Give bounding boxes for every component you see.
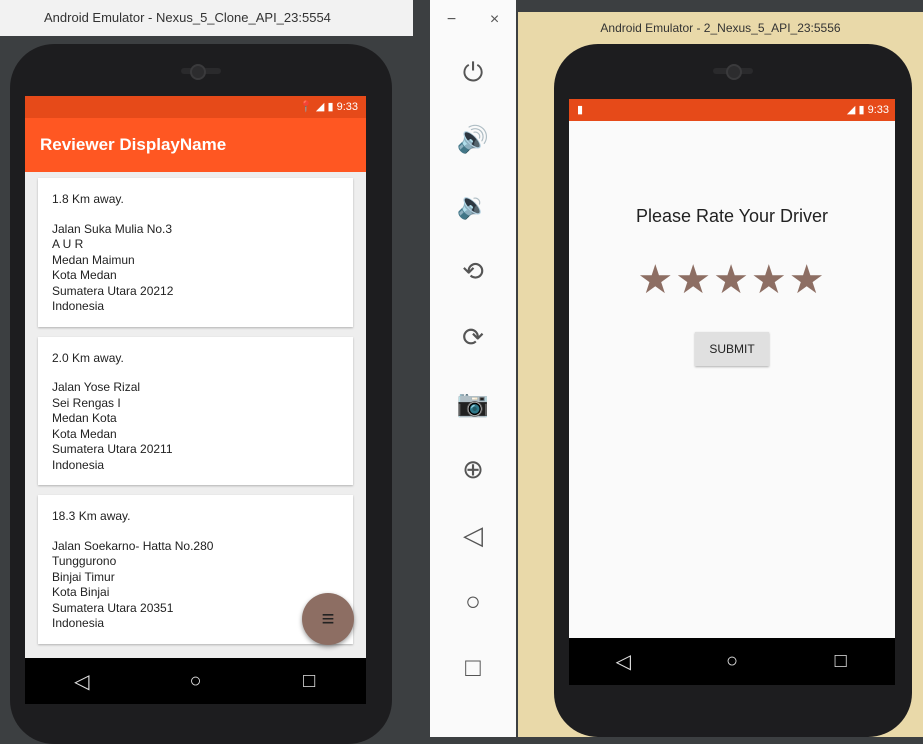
left-phone-screen: 📍 ◢ ▮ 9:33 Reviewer DisplayName 1.8 Km a… [25, 96, 366, 704]
navigation-bar: ◁ ○ □ [25, 658, 366, 704]
signal-icon: ◢ [315, 101, 325, 113]
address-line: Jalan Soekarno- Hatta No.280 [52, 538, 214, 553]
left-window-title: Android Emulator - Nexus_5_Clone_API_23:… [44, 10, 331, 25]
rotate-right-icon: ⟳ [462, 321, 484, 352]
home-icon[interactable]: ○ [712, 650, 752, 673]
address-line: Indonesia [52, 616, 105, 630]
volume-up-icon: 🔊 [456, 123, 490, 154]
app-title: Reviewer DisplayName [40, 135, 227, 154]
back-button[interactable]: ◁ [430, 502, 516, 568]
app-bar: Reviewer DisplayName [25, 118, 366, 172]
rate-title: Please Rate Your Driver [635, 206, 829, 226]
minimize-button[interactable]: − [447, 11, 456, 29]
close-button[interactable]: × [490, 11, 499, 29]
left-window-titlebar[interactable]: Android Emulator - Nexus_5_Clone_API_23:… [0, 0, 413, 36]
rotate-left-icon: ⟲ [462, 255, 484, 286]
address-line: Sumatera Utara 20212 [52, 283, 174, 298]
address-line: Sumatera Utara 20351 [52, 600, 174, 615]
submit-button[interactable]: SUBMIT [695, 332, 769, 366]
front-camera [190, 64, 206, 80]
overview-icon: □ [465, 651, 481, 682]
address-list: 1.8 Km away. Jalan Suka Mulia No.3 A U R Me… [25, 178, 366, 644]
address-line: A U R [52, 237, 84, 251]
emulator-toolbar: − × ⏻ 🔊 🔉 ⟲ ⟳ 📷 ⊕ ◁ ○ □ [430, 0, 516, 737]
window-controls: − × [430, 0, 516, 40]
star-rating[interactable]: ★★★★★ [569, 257, 895, 303]
distance-label: 2.0 Km away. [52, 350, 124, 365]
rotate-left-button[interactable]: ⟲ [430, 238, 516, 304]
home-icon[interactable]: ○ [175, 670, 215, 693]
sd-card-icon: ▮ [577, 104, 584, 116]
address-line: Medan Kota [52, 411, 117, 425]
status-bar: ▮ ◢ ▮ 9:33 [569, 99, 895, 121]
camera-button[interactable]: 📷 [430, 370, 516, 436]
navigation-bar: ◁ ○ □ [569, 638, 895, 685]
rotate-right-button[interactable]: ⟳ [430, 304, 516, 370]
home-button[interactable]: ○ [430, 568, 516, 634]
status-bar: 📍 ◢ ▮ 9:33 [25, 96, 366, 118]
address-line: Binjai Timur [52, 569, 115, 584]
address-line: Kota Binjai [52, 585, 110, 599]
overview-button[interactable]: □ [430, 634, 516, 700]
zoom-button[interactable]: ⊕ [430, 436, 516, 502]
volume-down-icon: 🔉 [456, 189, 490, 220]
right-phone-screen: ▮ ◢ ▮ 9:33 Please Rate Your Driver ★★★★★… [569, 99, 895, 685]
volume-up-button[interactable]: 🔊 [430, 106, 516, 172]
address-line: Jalan Yose Rizal [52, 380, 141, 394]
status-time: 9:33 [867, 104, 889, 116]
back-icon[interactable]: ◁ [62, 669, 102, 694]
status-time: 9:33 [336, 101, 358, 113]
right-window-titlebar[interactable]: Android Emulator - 2_Nexus_5_API_23:5556 [518, 12, 923, 44]
signal-icon: ◢ [846, 104, 856, 116]
power-button[interactable]: ⏻ [430, 40, 516, 106]
address-line: Kota Medan [52, 426, 117, 441]
address-card[interactable]: 1.8 Km away. Jalan Suka Mulia No.3 A U R Me… [38, 178, 353, 327]
address-line: Indonesia [52, 457, 105, 472]
recents-icon[interactable]: □ [821, 650, 861, 673]
menu-fab-button[interactable]: ≡ [302, 593, 354, 645]
address-line: Jalan Suka Mulia No.3 [52, 221, 173, 236]
right-window-title: Android Emulator - 2_Nexus_5_API_23:5556 [600, 21, 841, 35]
back-icon: ◁ [463, 519, 483, 550]
address-line: Sumatera Utara 20211 [52, 442, 173, 456]
power-icon: ⏻ [462, 57, 484, 87]
address-line: Indonesia [52, 299, 105, 313]
zoom-icon: ⊕ [462, 453, 484, 484]
location-icon: 📍 [299, 101, 313, 113]
front-camera [726, 64, 742, 80]
battery-icon: ▮ [858, 104, 865, 116]
toolbar-buttons: ⏻ 🔊 🔉 ⟲ ⟳ 📷 ⊕ ◁ ○ □ [430, 40, 516, 700]
back-icon[interactable]: ◁ [603, 649, 643, 674]
camera-icon: 📷 [456, 387, 490, 418]
recents-icon[interactable]: □ [289, 670, 329, 693]
address-line: Medan Maimun [52, 252, 135, 267]
address-line: Sei Rengas I [52, 395, 121, 410]
home-icon: ○ [465, 585, 481, 616]
battery-icon: ▮ [327, 101, 334, 113]
volume-down-button[interactable]: 🔉 [430, 172, 516, 238]
distance-label: 1.8 Km away. [52, 192, 124, 206]
menu-icon: ≡ [321, 606, 335, 631]
distance-label: 18.3 Km away. [52, 509, 131, 523]
address-card[interactable]: 2.0 Km away. Jalan Yose Rizal Sei Rengas I… [38, 336, 353, 485]
address-line: Tunggurono [52, 554, 117, 568]
address-line: Kota Medan [52, 268, 117, 282]
